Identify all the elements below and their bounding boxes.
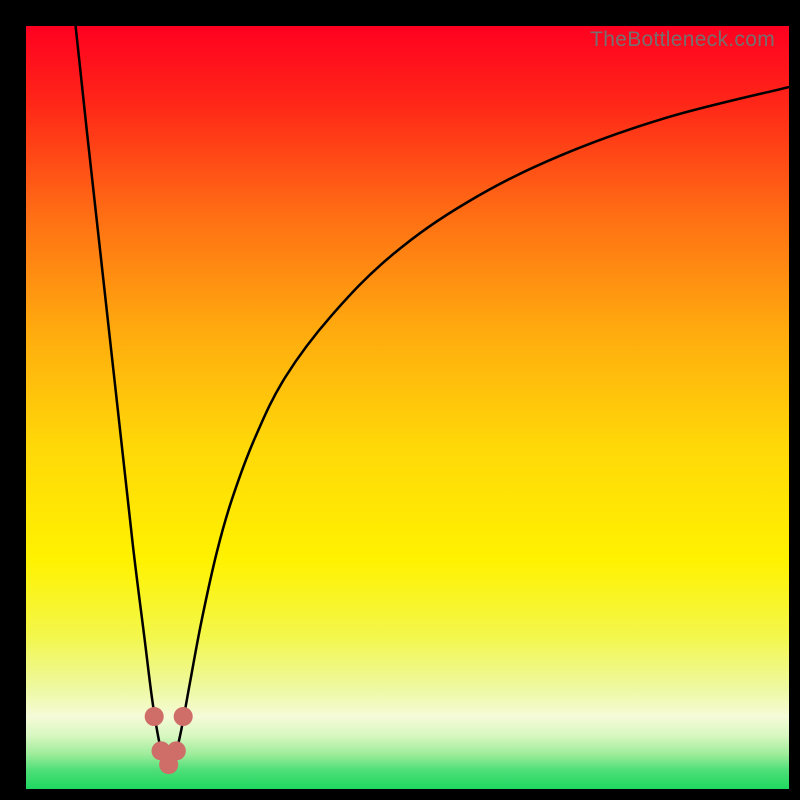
watermark-text: TheBottleneck.com (590, 28, 775, 52)
marker-min-left-upper (145, 707, 164, 726)
chart-frame: TheBottleneck.com (0, 0, 800, 800)
marker-group (145, 707, 193, 774)
curve-layer (26, 26, 789, 789)
marker-min-right-upper (174, 707, 193, 726)
marker-min-right-lower (167, 741, 186, 760)
bottleneck-curve (76, 26, 789, 765)
plot-area: TheBottleneck.com (26, 26, 789, 789)
